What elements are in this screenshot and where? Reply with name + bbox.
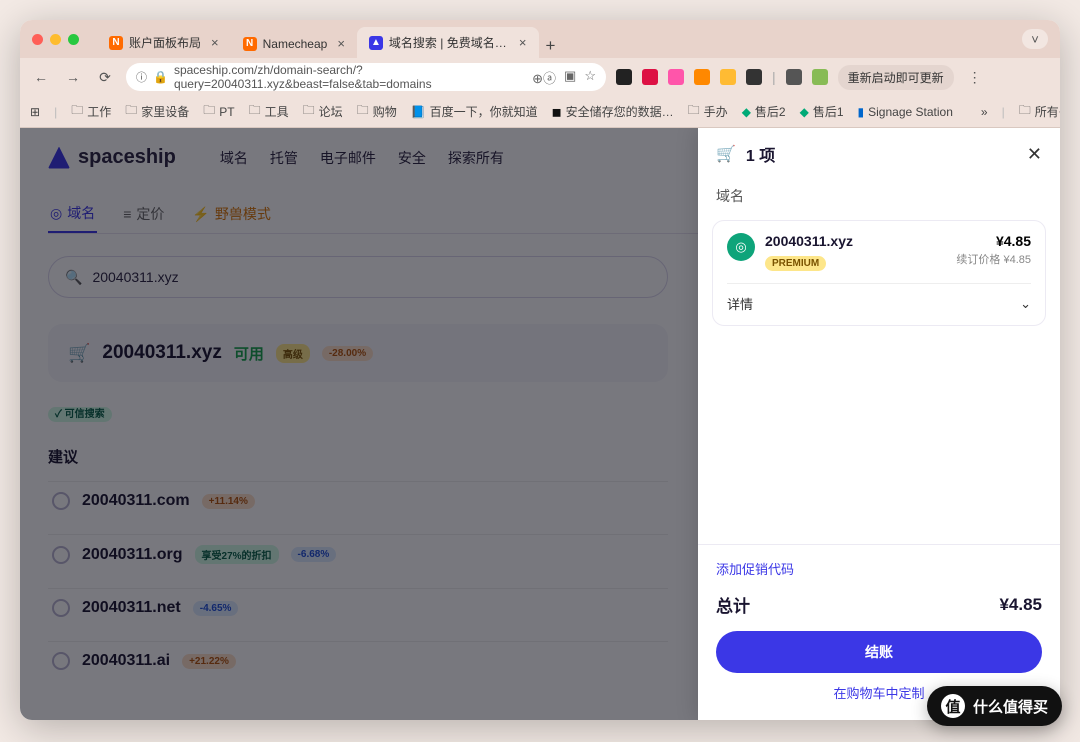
cart-icon: 🛒 [716, 144, 736, 164]
new-tab-button[interactable]: + [539, 34, 563, 58]
bookmark-folder[interactable]: 🗀论坛 [303, 101, 343, 122]
tab-close-icon[interactable]: × [211, 35, 219, 50]
lock-icon: 🔒 [153, 70, 168, 84]
site-info-icon[interactable]: ⓘ [136, 69, 147, 85]
url-text: spaceship.com/zh/domain-search/?query=20… [174, 63, 526, 91]
bookmarks-bar: ⊞ | 🗀工作 🗀家里设备 🗀PT 🗀工具 🗀论坛 🗀购物 📘百度一下，你就知道… [20, 96, 1060, 128]
bookmark-folder[interactable]: 🗀工具 [249, 101, 289, 122]
extension-icon[interactable] [694, 69, 710, 85]
cart-panel: 🛒 1 项 ✕ 域名 ◎ 20040311.xyz PREMIUM ¥4.85 … [698, 128, 1060, 720]
extensions-divider: | [772, 69, 776, 85]
bookmark-folder[interactable]: 🗀PT [203, 101, 234, 122]
window-controls [32, 34, 79, 45]
extension-icon[interactable] [668, 69, 684, 85]
extension-icon[interactable] [720, 69, 736, 85]
toolbar: ← → ⟳ ⓘ 🔒 spaceship.com/zh/domain-search… [20, 58, 1060, 96]
cart-item-renew-price: 续订价格 ¥4.85 [956, 251, 1031, 267]
cart-section-label: 域名 [698, 180, 1060, 220]
total-amount: ¥4.85 [999, 595, 1042, 615]
bookmark-folder[interactable]: 🗀工作 [71, 101, 111, 122]
update-browser-button[interactable]: 重新启动即可更新 [838, 65, 954, 90]
total-label: 总计 [716, 592, 750, 617]
tab-title: 域名搜索 | 免费域名可用性工具 [389, 34, 509, 51]
watermark-fab[interactable]: 值 什么值得买 [927, 686, 1062, 726]
tab-close-icon[interactable]: × [519, 35, 527, 50]
bm-divider: | [1002, 105, 1005, 119]
all-bookmarks[interactable]: 🗀所有书签 [1019, 101, 1060, 122]
favicon-icon: N [109, 36, 123, 50]
forward-button[interactable]: → [62, 69, 84, 85]
favicon-icon: ▲ [369, 36, 383, 50]
bookmark-item[interactable]: 📘百度一下，你就知道 [411, 103, 538, 120]
tab-title: 账户面板布局 [129, 34, 201, 51]
tab-0[interactable]: N 账户面板布局 × [97, 27, 231, 58]
bookmark-item[interactable]: ◆售后1 [800, 103, 844, 120]
tab-strip: N 账户面板布局 × N Namecheap × ▲ 域名搜索 | 免费域名可用… [97, 20, 1014, 58]
bookmark-folder[interactable]: 🗀手办 [688, 101, 728, 122]
bookmark-folder[interactable]: 🗀购物 [357, 101, 397, 122]
extensions-row: | [616, 69, 828, 85]
cart-item: ◎ 20040311.xyz PREMIUM ¥4.85 续订价格 ¥4.85 … [712, 220, 1046, 326]
cart-title: 1 项 [746, 142, 775, 166]
favicon-icon: N [243, 37, 257, 51]
profile-avatar-icon[interactable] [812, 69, 828, 85]
bookmark-item[interactable]: ◆售后2 [742, 103, 786, 120]
install-icon[interactable]: ▣ [564, 68, 576, 87]
cart-total: 总计 ¥4.85 [716, 592, 1042, 617]
close-cart-icon[interactable]: ✕ [1027, 144, 1042, 165]
add-promo-link[interactable]: 添加促销代码 [716, 559, 1042, 578]
bookmark-item[interactable]: ◼安全储存您的数据… [552, 103, 674, 120]
watermark-text: 什么值得买 [973, 696, 1048, 717]
domain-icon: ◎ [727, 233, 755, 261]
bookmark-item[interactable]: ▮Signage Station [858, 105, 953, 119]
tab-1[interactable]: N Namecheap × [231, 29, 357, 58]
bookmark-folder[interactable]: 🗀家里设备 [125, 101, 189, 122]
extension-icon[interactable] [642, 69, 658, 85]
bm-divider: | [54, 105, 57, 119]
tab-2[interactable]: ▲ 域名搜索 | 免费域名可用性工具 × [357, 27, 539, 58]
content-area: spaceship 域名 托管 电子邮件 安全 探索所有 ○ 库 ◎ 域名 ≡ … [20, 128, 1060, 720]
tab-close-icon[interactable]: × [337, 36, 345, 51]
address-bar[interactable]: ⓘ 🔒 spaceship.com/zh/domain-search/?quer… [126, 63, 606, 91]
extension-icon[interactable] [616, 69, 632, 85]
minimize-window-icon[interactable] [50, 34, 61, 45]
tab-title: Namecheap [263, 37, 328, 51]
close-window-icon[interactable] [32, 34, 43, 45]
tabs-collapse-icon[interactable]: ˅ [1022, 29, 1048, 49]
titlebar: N 账户面板布局 × N Namecheap × ▲ 域名搜索 | 免费域名可用… [20, 20, 1060, 58]
premium-badge: PREMIUM [765, 256, 826, 271]
extension-icon[interactable] [746, 69, 762, 85]
bookmarks-overflow[interactable]: » [981, 105, 988, 119]
browser-window: N 账户面板布局 × N Namecheap × ▲ 域名搜索 | 免费域名可用… [20, 20, 1060, 720]
maximize-window-icon[interactable] [68, 34, 79, 45]
cart-header: 🛒 1 项 ✕ [698, 128, 1060, 180]
checkout-button[interactable]: 结账 [716, 631, 1042, 673]
translate-icon[interactable]: ⊕ⓐ [532, 68, 556, 87]
cart-item-price: ¥4.85 [956, 233, 1031, 249]
apps-icon[interactable]: ⊞ [30, 105, 40, 119]
watermark-icon: 值 [941, 694, 965, 718]
menu-icon[interactable]: ⋮ [964, 69, 986, 86]
details-toggle[interactable]: 详情 ⌄ [727, 283, 1031, 313]
chevron-down-icon: ⌄ [1020, 296, 1031, 312]
extension-icon[interactable] [786, 69, 802, 85]
reload-button[interactable]: ⟳ [94, 69, 116, 86]
bookmark-star-icon[interactable]: ☆ [584, 68, 596, 87]
back-button[interactable]: ← [30, 69, 52, 85]
details-label: 详情 [727, 294, 753, 313]
cart-item-name: 20040311.xyz [765, 233, 853, 249]
